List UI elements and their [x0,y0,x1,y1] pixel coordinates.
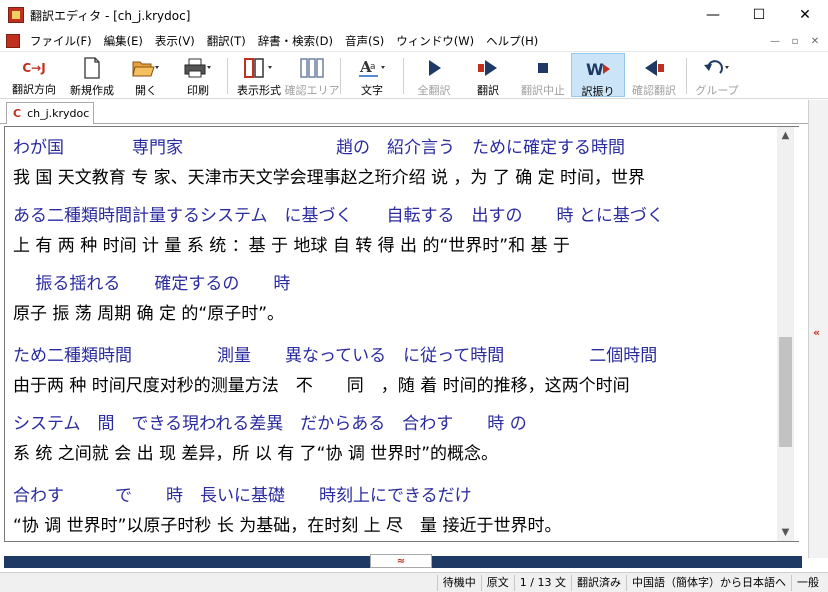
status-state: 待機中 [436,574,481,591]
menu-file[interactable]: ファイル(F) [24,30,98,52]
menu-window[interactable]: ウィンドウ(W) [390,30,480,52]
chinese-doc-icon: C [13,107,22,120]
bilingual-editor[interactable]: わが国 専門家 趙の 紹介言う ために確定する時間 我 国 天文教育 专 家、天… [4,126,799,542]
expand-up-icon: ≈ [396,555,406,567]
menu-translate[interactable]: 翻訳(T) [201,30,252,52]
menu-dictionary[interactable]: 辞書・検索(D) [252,30,339,52]
splitter-handle[interactable]: ≈ [370,554,432,568]
target-line-zh[interactable]: “协 调 世界时”以原子时秒 长 为基础，在时刻 上 尽 量 接近于世界时。 [13,515,561,537]
status-translated: 翻訳済み [571,574,626,591]
direction-icon: C→J [22,60,46,75]
status-field: 一般 [791,574,824,591]
group-button[interactable]: グループ [690,53,744,97]
translation-choice-icon: W [583,58,613,80]
target-line-zh[interactable]: 我 国 天文教育 专 家、天津市天文学会理事赵之珩介绍 说 ，为 了 确 定 时… [13,167,645,189]
target-line-zh[interactable]: 原子 振 荡 周期 确 定 的“原子时”。 [13,303,284,325]
maximize-button[interactable]: ☐ [736,0,782,30]
source-line-ja[interactable]: ある二種類時間計量するシステム に基づく 自転する 出すの 時 とに基づく [13,205,664,227]
window-controls: — ☐ ✕ [690,0,828,30]
menu-view[interactable]: 表示(V) [149,30,201,52]
svg-text:W: W [586,60,604,79]
new-document-icon [83,57,101,79]
menu-edit[interactable]: 編集(E) [98,30,149,52]
play-icon [424,57,444,79]
folder-open-icon [131,57,161,79]
scroll-up-icon[interactable]: ▲ [777,127,794,144]
minimize-button[interactable]: — [690,0,736,30]
scrollbar-thumb[interactable] [779,337,792,447]
source-line-ja[interactable]: 合わす で 時 長いに基礎 時刻上にできるだけ [13,485,472,507]
translate-button[interactable]: 翻訳 [461,53,515,97]
status-bar: 待機中 原文 1 / 13 文 翻訳済み 中国語（簡体字）から日本語へ 一般 [0,572,828,592]
tab-ch-j-krydoc[interactable]: C ch_j.krydoc [6,102,94,124]
source-line-ja[interactable]: わが国 専門家 趙の 紹介言う ために確定する時間 [13,137,625,159]
status-direction: 中国語（簡体字）から日本語へ [626,574,791,591]
menu-bar: ファイル(F) 編集(E) 表示(V) 翻訳(T) 辞書・検索(D) 音声(S)… [0,30,828,52]
translation-choice-button[interactable]: W 訳振り [571,53,625,98]
confirm-translation-button[interactable]: 確認翻訳 [625,53,683,97]
print-button[interactable]: 印刷 [172,53,224,97]
toolbar-separator [227,58,228,94]
target-line-zh[interactable]: 系 统 之间就 会 出 现 差异，所 以 有 了“协 调 世界时”的概念。 [13,443,498,465]
toolbar: C→J 翻訳方向 新規作成 開く 印刷 表示形式 確認エリア Aa 文字 全翻訳… [0,53,828,99]
source-line-ja[interactable]: ため二種類時間 測量 異なっている に従って時間 二個時間 [13,345,657,367]
document-tab-strip: C ch_j.krydoc [0,100,828,124]
source-line-ja[interactable]: 振る揺れる 確定するの 時 [13,273,290,295]
title-bar: 翻訳エディタ - [ch_j.krydoc] — ☐ ✕ [0,0,828,30]
expand-pane-icon[interactable]: « [813,326,820,339]
status-mode: 原文 [480,574,514,591]
right-side-pane[interactable]: « [808,100,828,558]
source-line-ja[interactable]: システム 間 できる現われる差異 だからある 合わす 時 の [13,413,527,435]
confirm-area-button[interactable]: 確認エリア [285,53,340,97]
tab-label: ch_j.krydoc [27,107,90,120]
new-document-button[interactable]: 新規作成 [64,53,120,97]
menu-help[interactable]: ヘルプ(H) [480,30,544,52]
vertical-scrollbar[interactable]: ▲ ▼ [777,127,794,541]
toolbar-separator [340,58,341,94]
app-icon [8,7,24,23]
window-title: 翻訳エディタ - [ch_j.krydoc] [30,8,191,23]
text-button[interactable]: Aa 文字 [344,53,400,97]
reverse-translate-icon [641,57,667,79]
translate-all-button[interactable]: 全翻訳 [407,53,461,97]
mdi-close-button[interactable]: ✕ [806,33,824,49]
svg-text:a: a [370,62,376,72]
confirm-area-icon [299,57,325,79]
bottom-splitter[interactable]: ≈ [0,552,808,570]
direction-button[interactable]: C→J 翻訳方向 [4,53,64,97]
translate-step-icon [475,57,501,79]
status-position: 1 / 13 文 [513,574,571,591]
target-line-zh[interactable]: 上 有 两 种 时间 计 量 系 统 ：基 于 地球 自 转 得 出 的“世界时… [13,235,570,257]
open-button[interactable]: 開く [120,53,172,97]
scroll-down-icon[interactable]: ▼ [777,524,794,541]
mdi-minimize-button[interactable]: — [766,33,784,49]
close-button[interactable]: ✕ [782,0,828,30]
stop-translation-button[interactable]: 翻訳中止 [515,53,571,97]
stop-icon [533,57,553,79]
display-format-icon [243,57,275,79]
toolbar-separator [403,58,404,94]
toolbar-separator [686,58,687,94]
mdi-restore-button[interactable]: ▫ [786,33,804,49]
mdi-controls: — ▫ ✕ [766,30,824,52]
display-format-button[interactable]: 表示形式 [231,53,287,97]
target-line-zh[interactable]: 由于两 种 时间尺度对秒的测量方法 不 同 ，随 着 时间的推移，这两个时间 [13,375,630,397]
font-icon: Aa [356,57,388,79]
undo-group-icon [702,57,732,79]
menu-audio[interactable]: 音声(S) [339,30,390,52]
document-icon[interactable] [6,33,20,48]
printer-icon [183,57,213,79]
